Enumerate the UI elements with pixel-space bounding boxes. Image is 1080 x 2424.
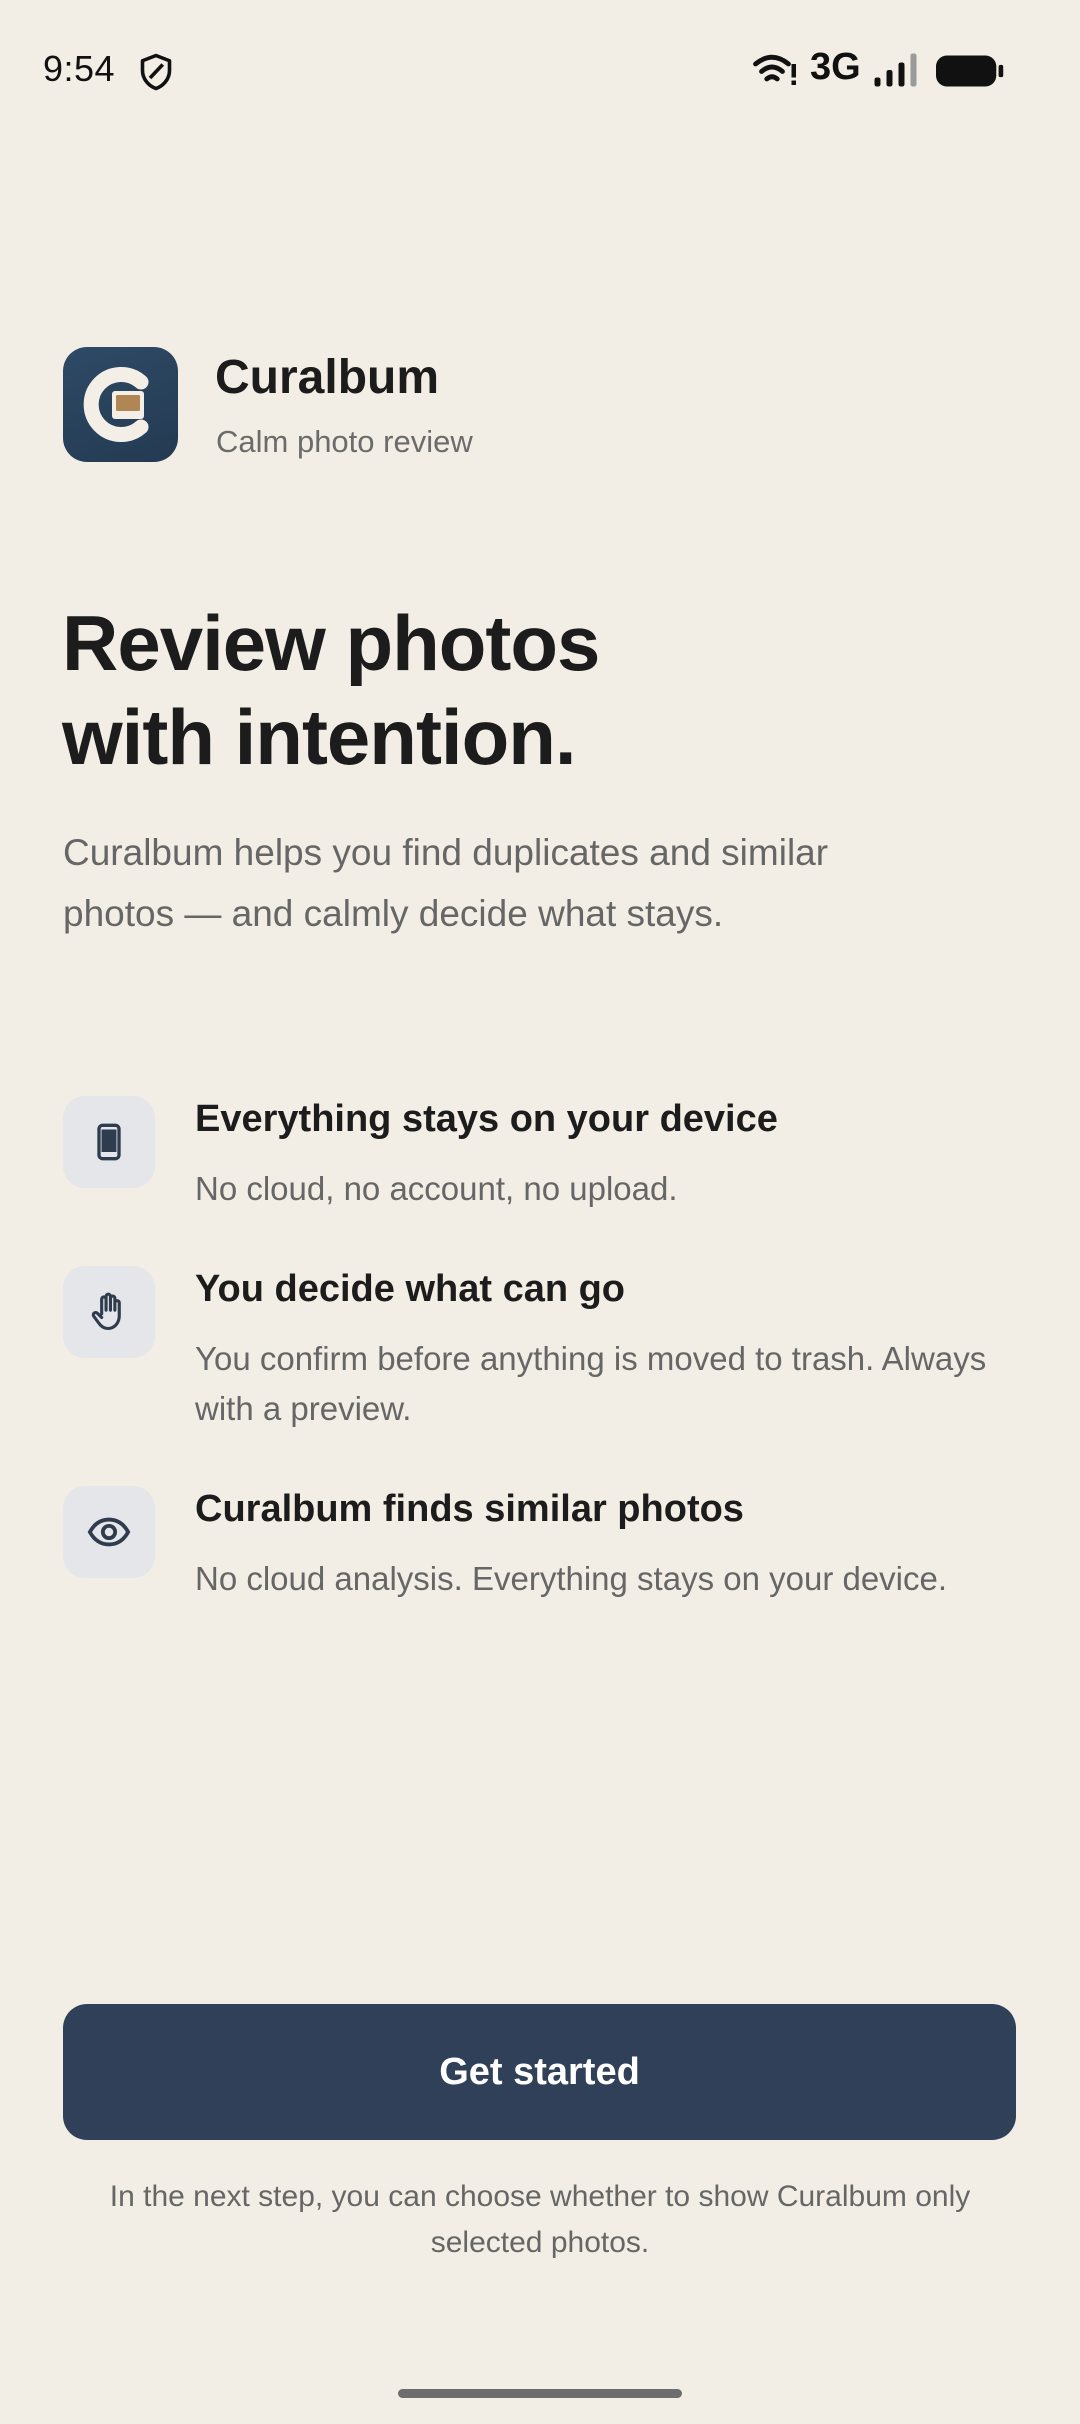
footnote-text: In the next step, you can choose whether…: [109, 2180, 971, 2259]
feature-description: No cloud analysis. Everything stays on y…: [195, 1560, 948, 1597]
headline-line-1: Review photos: [62, 599, 600, 687]
app-name: Curalbum: [215, 351, 440, 404]
network-type: 3G: [810, 46, 861, 88]
status-bar: 9:54 3G: [0, 0, 1080, 140]
status-time: 9:54: [43, 48, 116, 89]
battery-icon: [936, 55, 1004, 87]
eye-icon: [63, 1486, 155, 1578]
curalbum-logo-icon: [83, 367, 149, 442]
feature-title: Curalbum finds similar photos: [195, 1488, 744, 1530]
feature-title: Everything stays on your device: [195, 1098, 778, 1140]
shield-icon: [140, 53, 172, 91]
home-indicator[interactable]: [398, 2389, 682, 2398]
wifi-icon: [753, 54, 796, 85]
signal-icon: [874, 53, 917, 87]
hand-icon: [63, 1266, 155, 1358]
feature-title: You decide what can go: [195, 1268, 626, 1310]
intro-text: Curalbum helps you find duplicates and s…: [63, 832, 829, 934]
headline-line-2: with intention.: [62, 693, 577, 781]
app-logo: [63, 347, 178, 462]
phone-icon: [63, 1096, 155, 1188]
feature-description: No cloud, no account, no upload.: [195, 1170, 678, 1207]
get-started-button[interactable]: Get started: [63, 2004, 1016, 2140]
app-tagline: Calm photo review: [216, 424, 473, 459]
feature-description: You confirm before anything is moved to …: [195, 1340, 987, 1427]
page-title: Review photos with intention.: [62, 596, 862, 784]
